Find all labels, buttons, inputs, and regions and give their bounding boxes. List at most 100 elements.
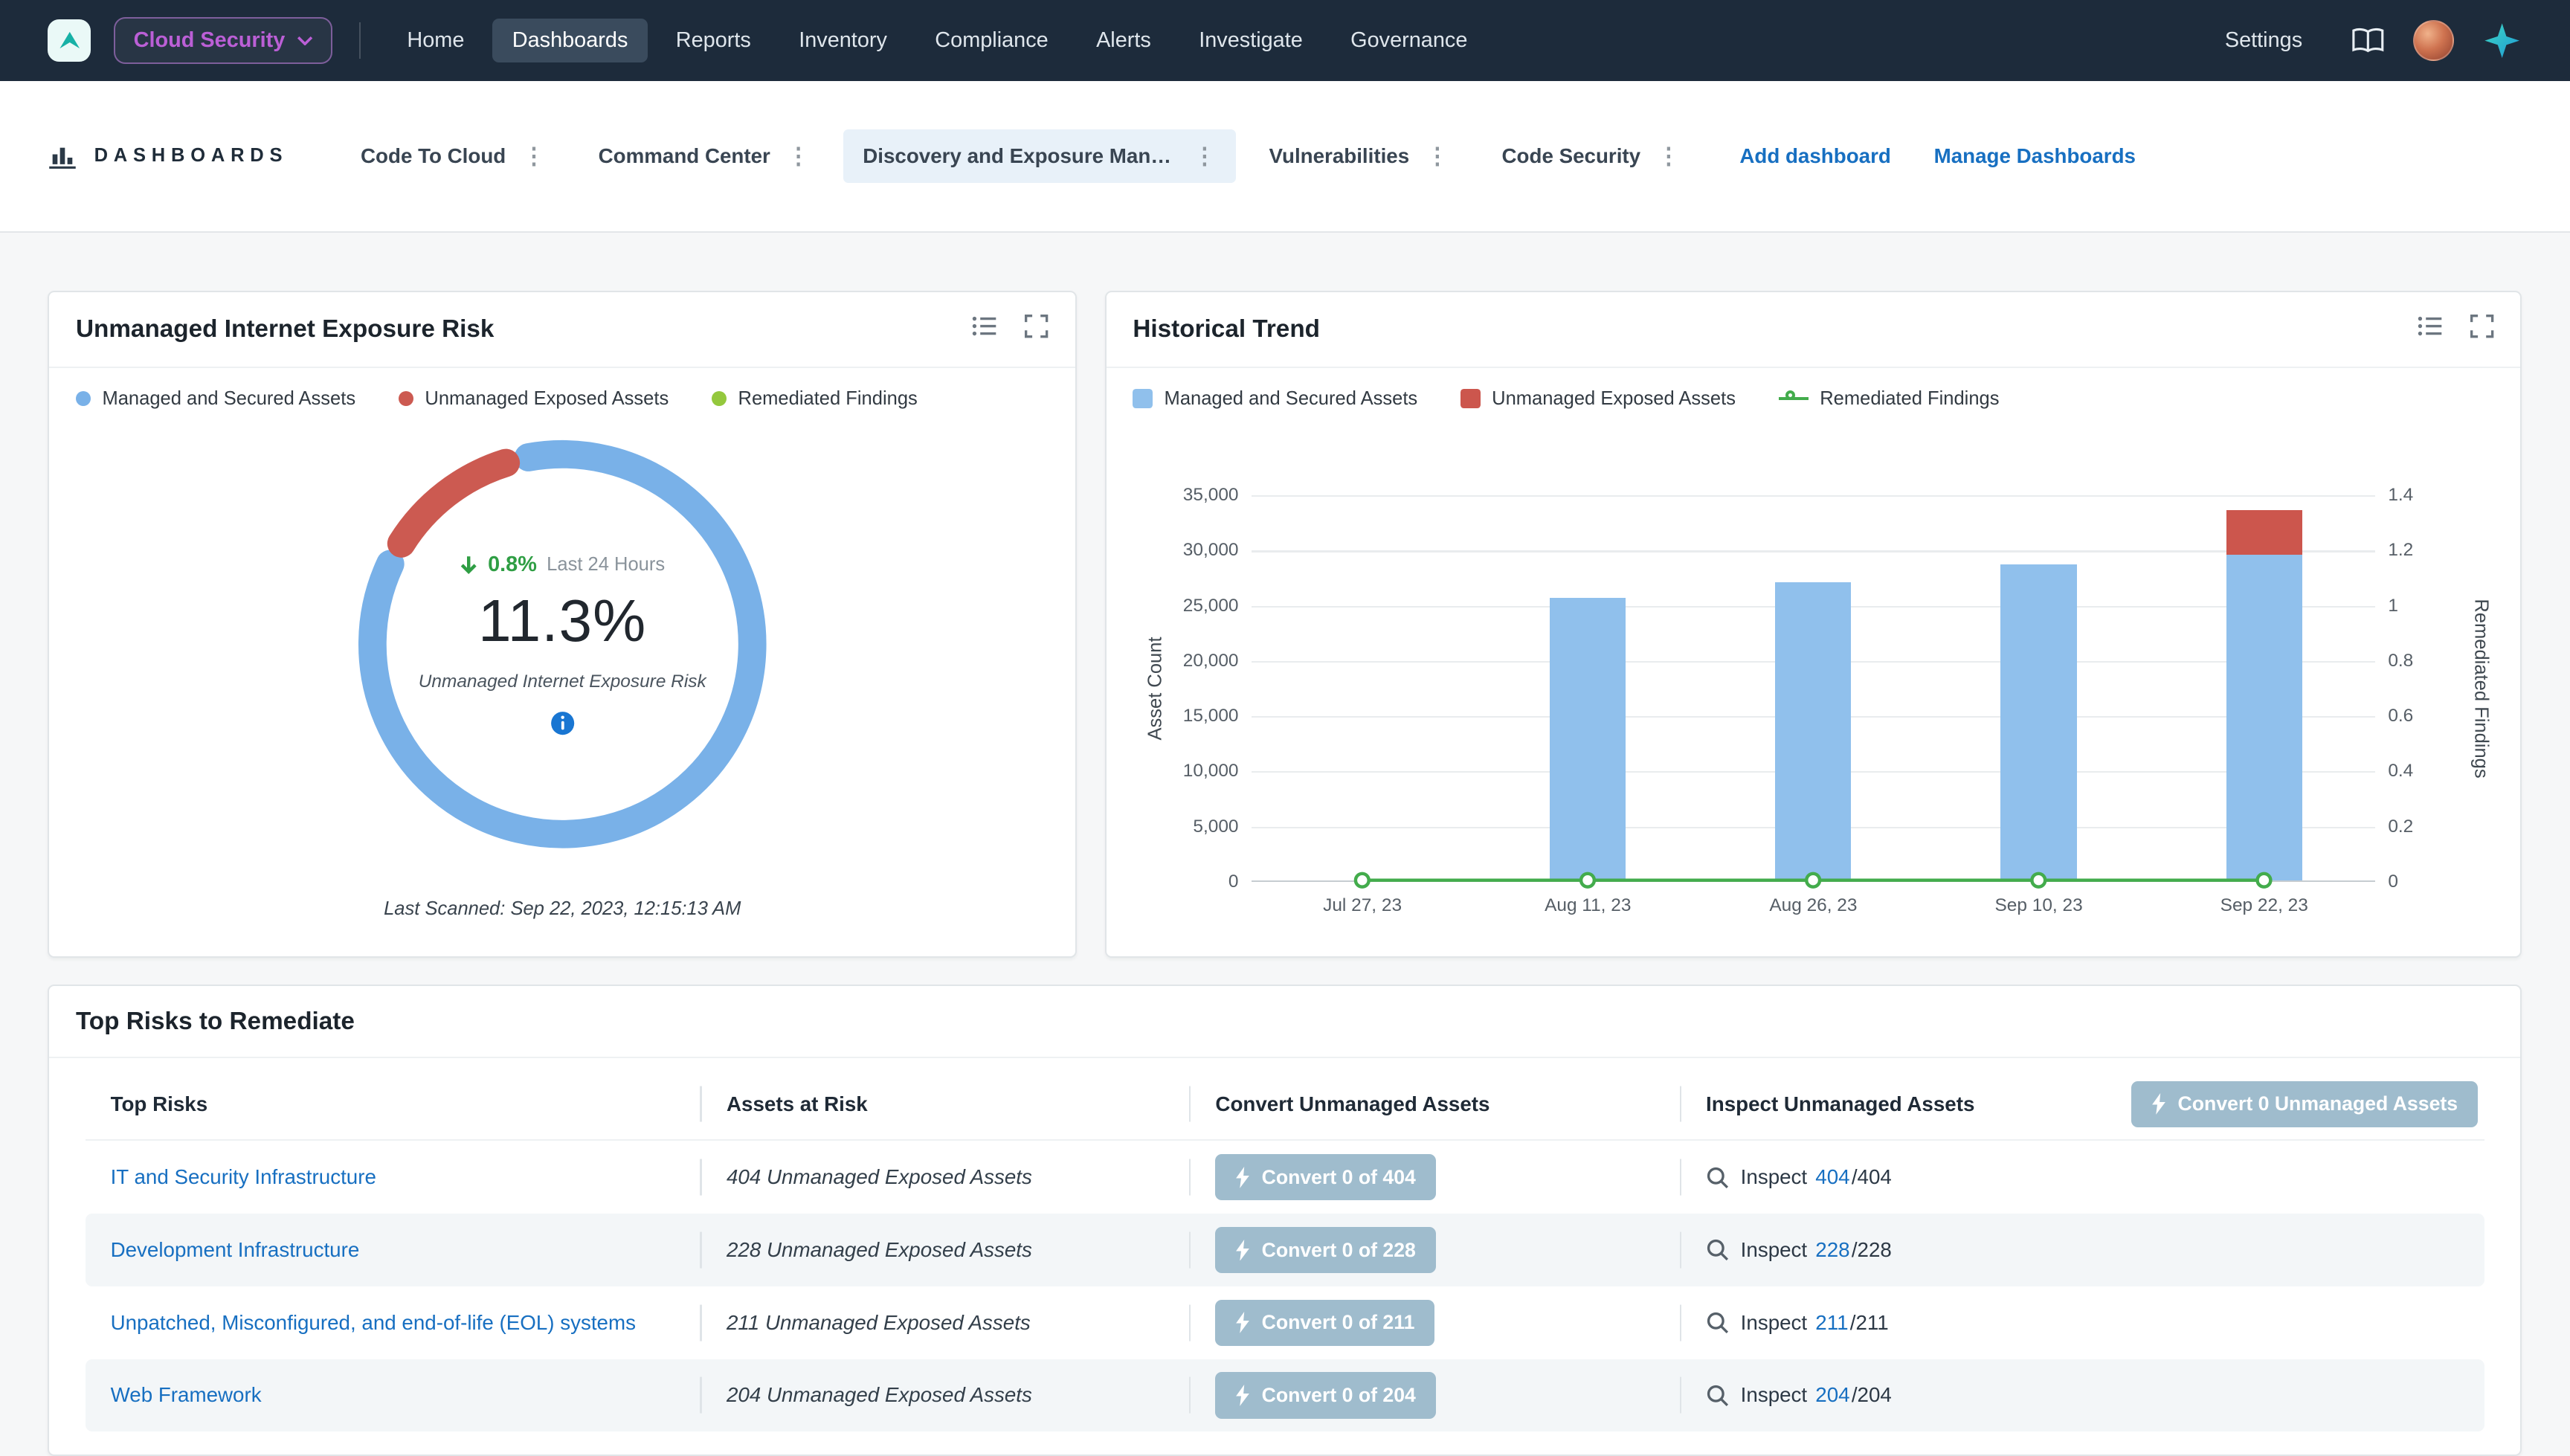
nav-item-reports[interactable]: Reports <box>656 19 770 63</box>
x-axis-tick: Aug 11, 23 <box>1545 895 1631 916</box>
legend-list-icon[interactable] <box>971 314 998 344</box>
risk-link[interactable]: Development Infrastructure <box>111 1238 360 1262</box>
inspect-total: /204 <box>1852 1383 1892 1407</box>
risk-link[interactable]: Unpatched, Misconfigured, and end-of-lif… <box>111 1311 636 1335</box>
chevron-down-icon <box>297 36 313 45</box>
x-axis-tick: Jul 27, 23 <box>1323 895 1402 916</box>
inspect-count-link[interactable]: 404 <box>1815 1165 1849 1189</box>
assets-at-risk-text: 211 Unmanaged Exposed Assets <box>727 1311 1031 1335</box>
lightning-icon <box>1235 1240 1250 1261</box>
nav-item-dashboards[interactable]: Dashboards <box>492 19 648 63</box>
tab-vulnerabilities[interactable]: Vulnerabilities ⋮ <box>1249 129 1469 183</box>
main-content: Unmanaged Internet Exposure Risk Managed… <box>0 233 2570 1456</box>
column-header-assets-at-risk: Assets at Risk <box>727 1092 868 1116</box>
convert-all-button[interactable]: Convert 0 Unmanaged Assets <box>2131 1081 2477 1127</box>
info-icon[interactable] <box>550 711 575 735</box>
top-risks-table: Top Risks Assets at Risk Convert Unmanag… <box>86 1069 2484 1432</box>
risk-link[interactable]: IT and Security Infrastructure <box>111 1165 376 1189</box>
delta-percent: 0.8% <box>488 553 537 577</box>
product-selector-label: Cloud Security <box>134 28 286 53</box>
y-axis-tick-right: 1 <box>2388 596 2398 616</box>
manage-dashboards-link[interactable]: Manage Dashboards <box>1934 144 2136 168</box>
dashboards-label-text: DASHBOARDS <box>94 145 289 167</box>
add-dashboard-link[interactable]: Add dashboard <box>1739 144 1891 168</box>
column-header-top-risks: Top Risks <box>111 1092 208 1116</box>
y-axis-tick-right: 0.2 <box>2388 816 2413 837</box>
convert-row-button[interactable]: Convert 0 of 211 <box>1215 1300 1434 1346</box>
inspect-count-link[interactable]: 211 <box>1815 1311 1848 1335</box>
expand-icon[interactable] <box>1024 314 1049 345</box>
delta-period: Last 24 Hours <box>547 554 665 576</box>
nav-item-compliance[interactable]: Compliance <box>915 19 1069 63</box>
remediated-findings-line <box>1252 494 2374 880</box>
legend-label: Managed and Secured Assets <box>102 388 355 410</box>
tab-discovery-and-exposure[interactable]: Discovery and Exposure Managem... ⋮ <box>843 129 1237 183</box>
docs-icon[interactable] <box>2351 27 2386 55</box>
legend-square <box>1133 389 1153 409</box>
tab-options-icon[interactable]: ⋮ <box>787 144 810 167</box>
tab-label: Code To Cloud <box>361 144 506 168</box>
tab-code-to-cloud[interactable]: Code To Cloud ⋮ <box>341 129 565 183</box>
lightning-icon <box>1235 1385 1250 1406</box>
tab-options-icon[interactable]: ⋮ <box>1657 144 1680 167</box>
table-row: IT and Security Infrastructure 404 Unman… <box>86 1141 2484 1214</box>
legend-list-icon[interactable] <box>2417 314 2444 344</box>
nav-item-inventory[interactable]: Inventory <box>779 19 907 63</box>
nav-item-home[interactable]: Home <box>387 19 484 63</box>
exposure-risk-value: 11.3% <box>478 587 646 655</box>
inspect-count-link[interactable]: 228 <box>1815 1238 1849 1262</box>
tab-label: Code Security <box>1502 144 1641 168</box>
y-axis-tick-right: 0 <box>2388 872 2398 892</box>
dashboard-actions: Add dashboard Manage Dashboards <box>1739 144 2136 168</box>
y-axis-tick-right: 0.4 <box>2388 761 2413 782</box>
exposure-risk-card: Unmanaged Internet Exposure Risk Managed… <box>48 291 1077 958</box>
top-risks-card: Top Risks to Remediate Top Risks Assets … <box>48 985 2522 1456</box>
y-axis-tick-right: 1.4 <box>2388 485 2413 506</box>
convert-row-button[interactable]: Convert 0 of 228 <box>1215 1227 1435 1273</box>
legend-label: Unmanaged Exposed Assets <box>425 388 669 410</box>
dashboard-tabs: Code To Cloud ⋮ Command Center ⋮ Discove… <box>341 129 1700 183</box>
historical-trend-card: Historical Trend Managed and Secured Ass… <box>1105 291 2522 958</box>
tab-code-security[interactable]: Code Security ⋮ <box>1482 129 1700 183</box>
nav-item-investigate[interactable]: Investigate <box>1179 19 1323 63</box>
assistant-spark-icon[interactable] <box>2482 21 2522 60</box>
risk-link[interactable]: Web Framework <box>111 1383 262 1407</box>
dashboards-bar: DASHBOARDS Code To Cloud ⋮ Command Cente… <box>0 81 2570 233</box>
tab-options-icon[interactable]: ⋮ <box>1193 144 1216 167</box>
user-avatar[interactable] <box>2413 20 2455 62</box>
inspect-label: Inspect <box>1741 1165 1807 1189</box>
legend-label: Remediated Findings <box>738 388 918 410</box>
nav-item-alerts[interactable]: Alerts <box>1076 19 1170 63</box>
assets-at-risk-text: 404 Unmanaged Exposed Assets <box>727 1165 1032 1189</box>
inspect-label: Inspect <box>1741 1311 1807 1335</box>
lightning-icon <box>1235 1312 1250 1333</box>
inspect-count-link[interactable]: 204 <box>1815 1383 1849 1407</box>
exposure-donut-chart: 0.8% Last 24 Hours 11.3% Unmanaged Inter… <box>351 433 774 856</box>
convert-row-button[interactable]: Convert 0 of 204 <box>1215 1372 1435 1418</box>
column-header-inspect: Inspect Unmanaged Assets <box>1706 1092 1974 1116</box>
legend-item-remediated: Remediated Findings <box>712 388 918 410</box>
legend-item-managed: Managed and Secured Assets <box>1133 388 1417 410</box>
nav-item-settings[interactable]: Settings <box>2205 19 2322 63</box>
nav-divider <box>359 22 361 59</box>
y-axis-tick-left: 25,000 <box>1107 596 1239 616</box>
convert-row-button[interactable]: Convert 0 of 404 <box>1215 1154 1435 1200</box>
y-axis-tick-right: 0.6 <box>2388 706 2413 727</box>
expand-icon[interactable] <box>2470 314 2494 345</box>
app-logo-icon[interactable] <box>48 19 91 62</box>
legend-dot <box>712 391 727 406</box>
nav-item-governance[interactable]: Governance <box>1331 19 1488 63</box>
magnifier-icon <box>1706 1311 1729 1334</box>
table-row: Web Framework 204 Unmanaged Exposed Asse… <box>86 1359 2484 1432</box>
tab-options-icon[interactable]: ⋮ <box>1426 144 1449 167</box>
product-selector[interactable]: Cloud Security <box>114 17 332 65</box>
tab-options-icon[interactable]: ⋮ <box>522 144 545 167</box>
tab-command-center[interactable]: Command Center ⋮ <box>579 129 830 183</box>
legend-item-remediated: Remediated Findings <box>1779 388 2000 410</box>
y-axis-tick-right: 1.2 <box>2388 540 2413 561</box>
arrow-down-icon <box>460 555 477 575</box>
y-axis-tick-left: 5,000 <box>1107 816 1239 837</box>
lightning-icon <box>1235 1167 1250 1188</box>
y-axis-tick-left: 10,000 <box>1107 761 1239 782</box>
legend-item-unmanaged: Unmanaged Exposed Assets <box>399 388 669 410</box>
